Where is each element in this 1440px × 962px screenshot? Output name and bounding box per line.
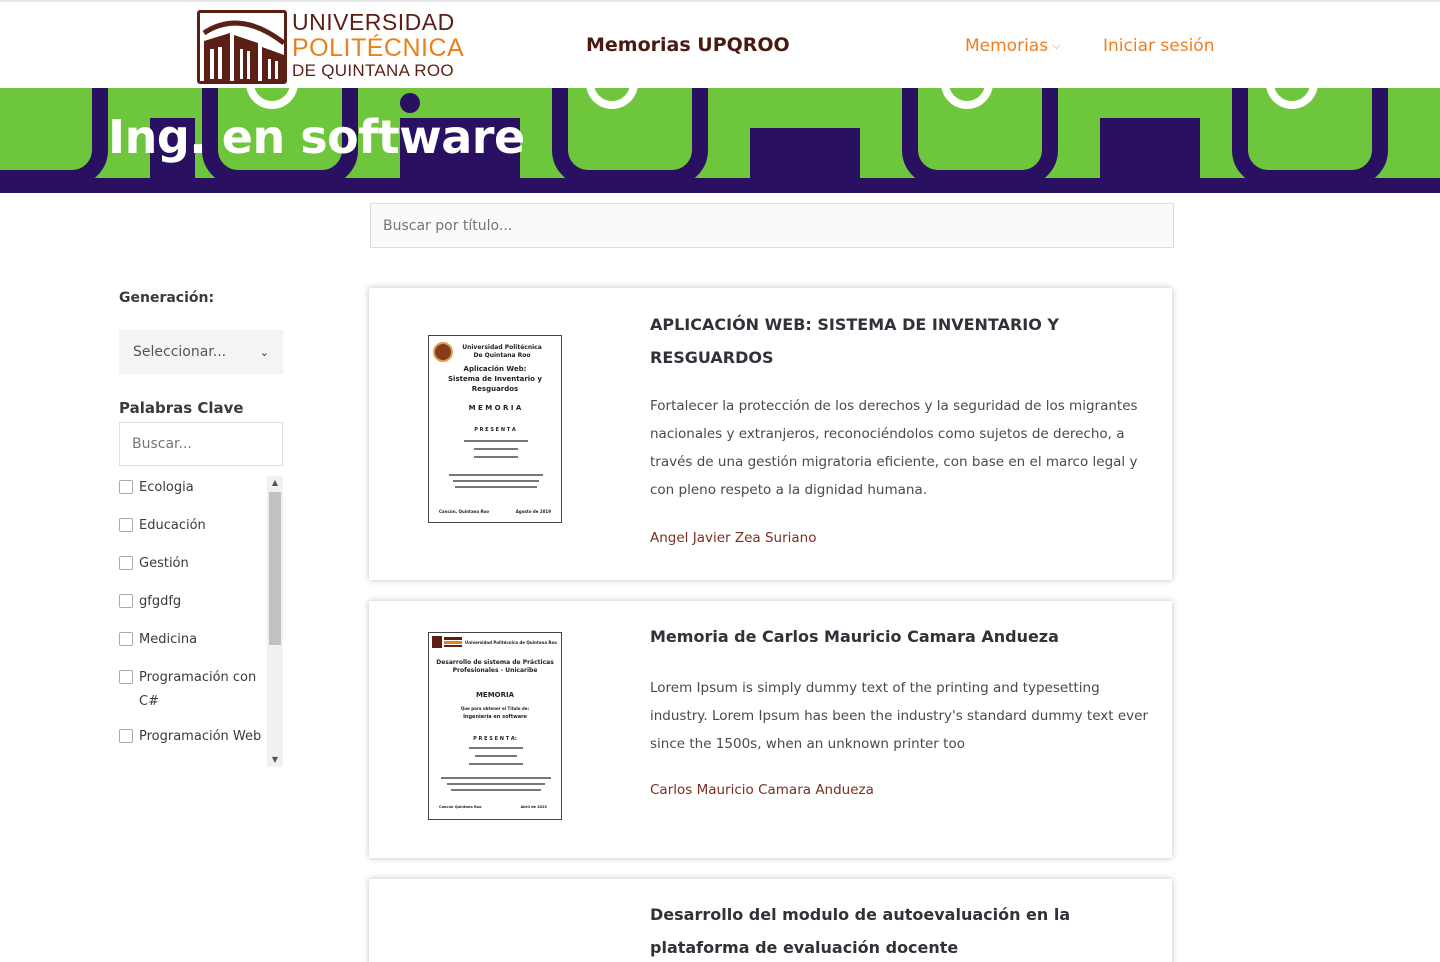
memoria-card[interactable]: Universidad Politécnica De Quintana Roo … bbox=[369, 288, 1172, 580]
logo-line-1: UNIVERSIDAD bbox=[292, 9, 455, 35]
chevron-down-icon: ⌄ bbox=[259, 345, 269, 359]
thumb-line: Resguardos bbox=[471, 385, 519, 393]
memoria-description: Lorem Ipsum is simply dummy text of the … bbox=[650, 680, 1149, 752]
generation-select-value: Seleccionar... bbox=[133, 344, 227, 360]
keyword-label: Ecologia bbox=[139, 480, 194, 495]
page-banner: Ing. en software bbox=[0, 88, 1440, 193]
logo-line-2: POLITÉCNICA bbox=[292, 34, 465, 62]
keywords-search-input[interactable] bbox=[119, 422, 283, 466]
thumb-line: Profesionales - Unicaribe bbox=[452, 667, 538, 674]
keyword-label: Medicina bbox=[139, 632, 198, 647]
keyword-checkbox-medicina[interactable]: Medicina bbox=[119, 628, 269, 652]
keyword-label: gfgdfg bbox=[139, 594, 182, 609]
checkbox-icon bbox=[119, 670, 133, 684]
keyword-label: Programación con C# bbox=[139, 670, 257, 709]
checkbox-icon bbox=[119, 480, 133, 494]
title-search-input[interactable] bbox=[370, 203, 1174, 248]
logo-wordmark: UNIVERSIDAD POLITÉCNICA DE QUINTANA ROO bbox=[292, 10, 464, 81]
nav-memorias-dropdown[interactable]: Memorias ⌵ bbox=[965, 36, 1060, 56]
thumb-line: MEMORIA bbox=[475, 691, 515, 699]
logo-line-3: DE QUINTANA ROO bbox=[292, 61, 454, 80]
keyword-label: Gestión bbox=[139, 556, 189, 571]
generation-label: Generación: bbox=[119, 290, 215, 306]
thumb-line: Aplicación Web: bbox=[463, 365, 527, 373]
keyword-checkbox-gestion[interactable]: Gestión bbox=[119, 552, 269, 576]
memoria-title[interactable]: Desarrollo del modulo de autoevaluación … bbox=[650, 898, 1155, 962]
thumb-line: Ingeniería en software bbox=[463, 714, 527, 720]
keywords-label: Palabras Clave bbox=[119, 399, 244, 417]
thumb-line: P R E S E N T A: bbox=[473, 736, 517, 742]
memoria-title[interactable]: APLICACIÓN WEB: SISTEMA DE INVENTARIO Y … bbox=[650, 308, 1155, 374]
university-logo[interactable]: UNIVERSIDAD POLITÉCNICA DE QUINTANA ROO bbox=[197, 10, 464, 84]
keywords-scrollbar[interactable]: ▲ ▼ bbox=[267, 476, 283, 767]
memoria-cover-thumbnail[interactable]: Universidad Politécnica De Quintana Roo … bbox=[428, 335, 562, 523]
thumb-line: Que para obtener el Título de: bbox=[460, 706, 530, 711]
memoria-title[interactable]: Memoria de Carlos Mauricio Camara Anduez… bbox=[650, 620, 1155, 653]
nav-login-link[interactable]: Iniciar sesión bbox=[1103, 36, 1214, 56]
scroll-up-arrow-icon[interactable]: ▲ bbox=[267, 476, 283, 490]
page-title: Ing. en software bbox=[108, 110, 525, 164]
checkbox-icon bbox=[119, 729, 133, 743]
keywords-list: Ecologia Educación Gestión gfgdfg Medici… bbox=[119, 476, 283, 767]
thumb-line: De Quintana Roo bbox=[473, 352, 531, 359]
scrollbar-thumb[interactable] bbox=[269, 492, 281, 645]
thumb-line: Abril de 2023 bbox=[520, 805, 547, 809]
scroll-down-arrow-icon[interactable]: ▼ bbox=[267, 753, 283, 767]
memoria-card[interactable]: Universidad Politécnica de Quintana Roo … bbox=[369, 601, 1172, 858]
memoria-author[interactable]: Angel Javier Zea Suriano bbox=[650, 530, 816, 546]
memoria-cover-thumbnail[interactable]: Universidad Politécnica de Quintana Roo … bbox=[428, 632, 562, 820]
keyword-checkbox-programacion-csharp[interactable]: Programación con C# bbox=[119, 666, 269, 714]
thumb-text-lines bbox=[441, 747, 551, 791]
keyword-checkbox-educacion[interactable]: Educación bbox=[119, 514, 269, 538]
checkbox-icon bbox=[119, 556, 133, 570]
memoria-card[interactable]: Desarrollo del modulo de autoevaluación … bbox=[369, 879, 1172, 962]
checkbox-icon bbox=[119, 594, 133, 608]
thumb-line: Agosto de 2019 bbox=[515, 509, 551, 514]
thumb-line: Sistema de Inventario y bbox=[448, 375, 542, 383]
nav-memorias-label: Memorias bbox=[965, 36, 1049, 56]
keyword-checkbox-programacion-web[interactable]: Programación Web bbox=[119, 725, 269, 749]
generation-select[interactable]: Seleccionar... ⌄ bbox=[119, 330, 283, 374]
memoria-author[interactable]: Carlos Mauricio Camara Andueza bbox=[650, 782, 874, 798]
thumb-line: Universidad Politécnica bbox=[462, 344, 542, 351]
keyword-checkbox-gfgdfg[interactable]: gfgdfg bbox=[119, 590, 269, 614]
checkbox-icon bbox=[119, 632, 133, 646]
building-logo-icon bbox=[197, 10, 287, 84]
site-header: UNIVERSIDAD POLITÉCNICA DE QUINTANA ROO … bbox=[0, 0, 1440, 88]
keyword-checkbox-ecologia[interactable]: Ecologia bbox=[119, 476, 269, 500]
checkbox-icon bbox=[119, 518, 133, 532]
thumb-line: Desarrollo de sistema de Prácticas bbox=[436, 659, 554, 666]
keyword-label: Programación Web bbox=[139, 729, 262, 744]
memoria-description: Fortalecer la protección de los derechos… bbox=[650, 398, 1138, 498]
chevron-down-icon: ⌵ bbox=[1052, 39, 1061, 52]
thumb-text-lines bbox=[449, 440, 543, 488]
keyword-label: Educación bbox=[139, 518, 206, 533]
thumb-line: M E M O R I A bbox=[468, 404, 522, 412]
site-title[interactable]: Memorias UPQROO bbox=[586, 34, 790, 56]
thumb-line: P R E S E N T A bbox=[474, 427, 516, 433]
thumb-line: Universidad Politécnica de Quintana Roo bbox=[465, 640, 557, 645]
